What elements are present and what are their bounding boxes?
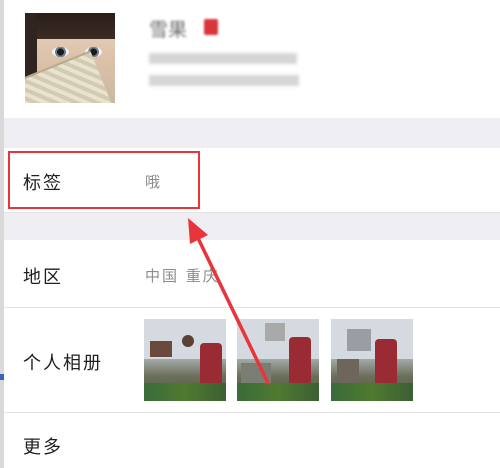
thumb-ground [237,383,319,401]
thumb-block [337,359,359,383]
avatar-scarf [25,50,114,103]
thumb-figure [289,337,311,383]
avatar-eye-left [52,47,69,57]
row-more-label: 更多 [23,437,63,458]
album-thumbnail[interactable] [144,319,226,401]
thumb-ground [331,383,413,401]
avatar[interactable] [25,13,115,103]
thumb-ground [144,383,226,401]
profile-name: 雪果 [149,19,188,41]
row-album-label: 个人相册 [23,353,103,374]
thumb-block [150,341,172,357]
album-thumbnail[interactable] [331,319,413,401]
thumb-figure [375,339,397,385]
section-gap [4,118,500,148]
row-region-label: 地区 [23,267,63,288]
thumb-sky [331,319,413,359]
profile-detail-page: 雪果 标签 哦 地区 中国 重庆 个人相册 更多 [0,0,500,468]
avatar-hair [25,13,115,39]
row-more[interactable]: 更多 [4,413,500,468]
album-thumbnail[interactable] [237,319,319,401]
profile-header[interactable]: 雪果 [4,0,500,118]
profile-id-line [149,53,297,64]
tag-highlight-box [8,151,200,209]
profile-info-line [149,75,299,86]
thumb-head [182,335,194,347]
thumb-block [265,323,285,341]
row-region-value: 中国 重庆 [145,267,220,285]
row-region[interactable]: 地区 中国 重庆 [4,240,500,308]
thumb-block [347,329,371,351]
section-gap [4,213,500,240]
thumb-block [241,363,271,383]
gender-badge-icon [204,19,218,35]
